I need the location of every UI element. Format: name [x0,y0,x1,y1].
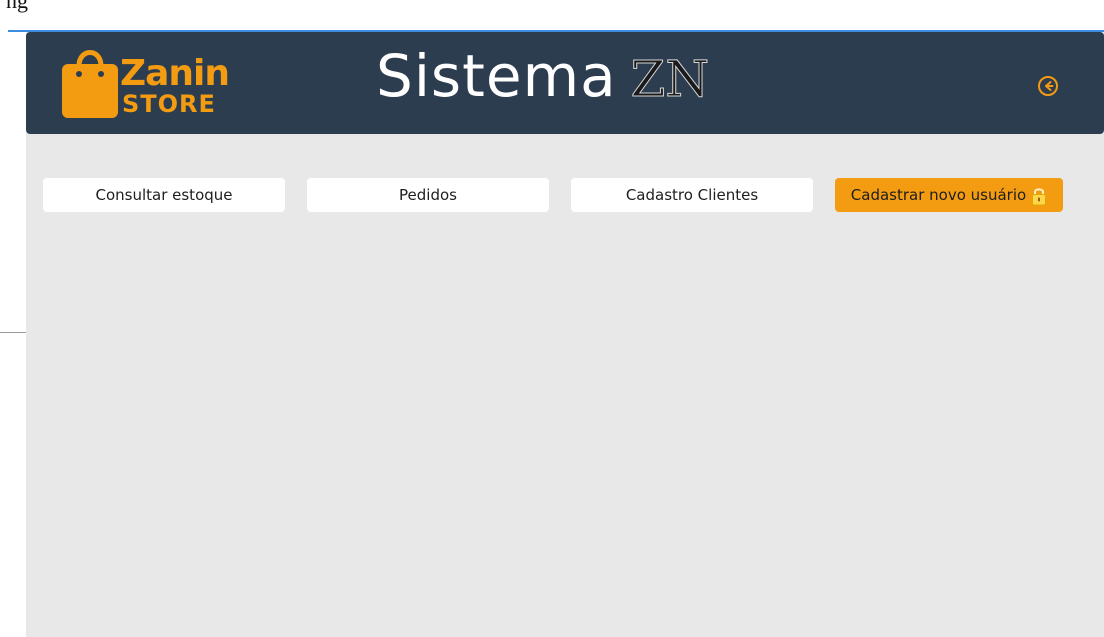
header-bar: Zanin STORE Sistema ZN [26,32,1104,134]
app-window: Zanin STORE Sistema ZN Consultar estoque… [26,32,1104,637]
window-top-strip: ng [0,0,1104,30]
cadastro-clientes-button[interactable]: Cadastro Clientes [571,178,813,212]
page-title: Sistema ZN [376,36,710,122]
pedidos-label: Pedidos [399,186,457,204]
logo-text-store: STORE [122,90,216,118]
cadastrar-novo-usuario-button[interactable]: Cadastrar novo usuário [835,178,1063,212]
arrow-left-circle-icon [1038,76,1058,96]
page-title-text: Sistema [376,42,617,110]
cadastrar-novo-usuario-label: Cadastrar novo usuário [850,186,1027,204]
page-title-suffix: ZN [630,50,710,109]
left-divider-line [0,332,26,333]
consultar-estoque-label: Consultar estoque [95,186,233,204]
lock-icon [1031,186,1047,206]
main-nav: Consultar estoque Pedidos Cadastro Clien… [26,178,1104,214]
pedidos-button[interactable]: Pedidos [307,178,549,212]
back-button[interactable] [1037,75,1059,97]
consultar-estoque-button[interactable]: Consultar estoque [43,178,285,212]
store-logo: Zanin STORE [60,42,230,122]
clipped-corner-text: ng [6,0,28,13]
cadastro-clientes-label: Cadastro Clientes [625,186,759,204]
logo-text-zanin: Zanin [120,53,230,94]
shopping-bag-icon [62,50,118,118]
